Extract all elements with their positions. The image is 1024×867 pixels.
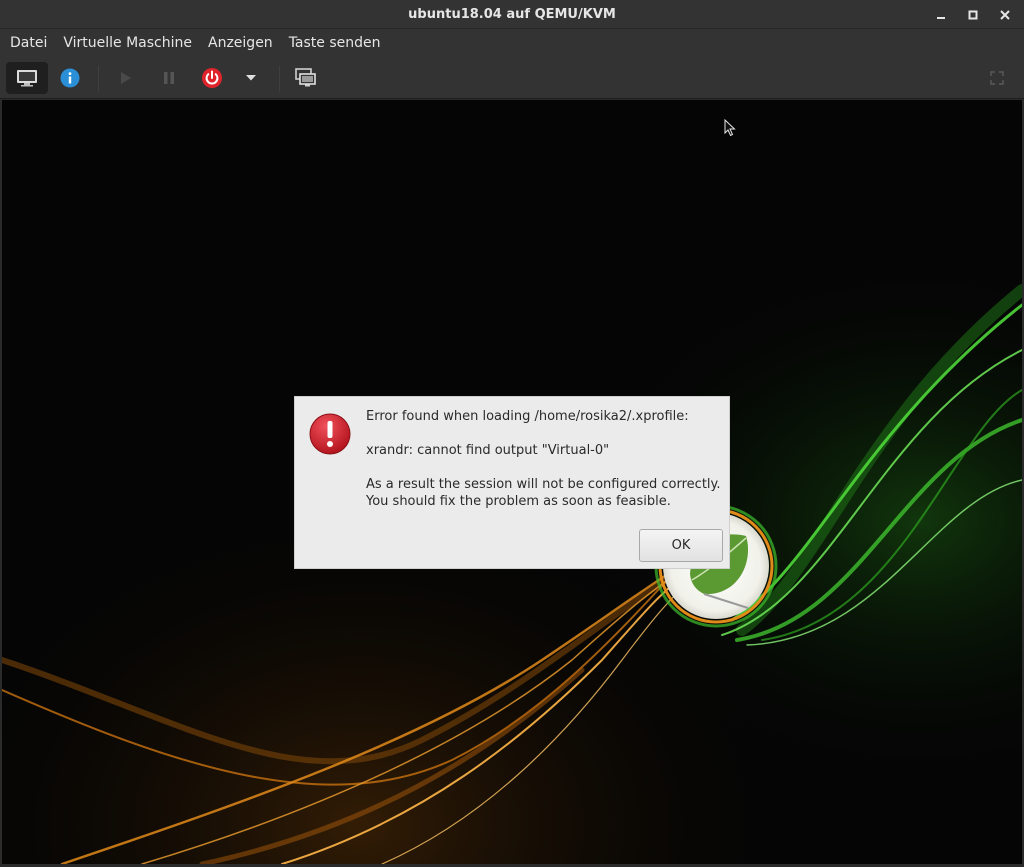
minimize-icon bbox=[937, 16, 945, 19]
play-icon bbox=[121, 72, 131, 84]
close-button[interactable] bbox=[994, 4, 1016, 26]
maximize-button[interactable] bbox=[962, 4, 984, 26]
fullscreen-button[interactable] bbox=[984, 62, 1010, 94]
dialog-line-2: xrandr: cannot find output "Virtual-0" bbox=[366, 443, 610, 458]
vm-display[interactable]: Error found when loading /home/rosika2/.… bbox=[2, 100, 1022, 864]
info-icon bbox=[60, 68, 80, 88]
snapshots-button[interactable] bbox=[291, 62, 321, 94]
error-icon bbox=[309, 413, 351, 455]
ok-button[interactable]: OK bbox=[639, 529, 723, 562]
menu-datei[interactable]: Datei bbox=[2, 29, 55, 58]
fullscreen-icon bbox=[990, 71, 1004, 85]
screens-icon bbox=[295, 68, 316, 87]
toolbar-separator bbox=[98, 66, 99, 92]
details-view-button[interactable] bbox=[54, 62, 86, 94]
chevron-down-icon bbox=[246, 75, 256, 81]
run-button[interactable] bbox=[112, 62, 140, 94]
menu-virtuelle-maschine[interactable]: Virtuelle Maschine bbox=[55, 29, 200, 58]
close-icon bbox=[1000, 9, 1010, 20]
power-icon bbox=[202, 68, 222, 88]
toolbar bbox=[0, 58, 1024, 99]
shutdown-menu-button[interactable] bbox=[238, 62, 264, 94]
console-view-button[interactable] bbox=[6, 62, 48, 94]
dialog-line-1: Error found when loading /home/rosika2/.… bbox=[366, 409, 689, 424]
dialog-line-3: As a result the session will not be conf… bbox=[366, 477, 721, 492]
dialog-message: Error found when loading /home/rosika2/.… bbox=[366, 408, 726, 510]
minimize-button[interactable] bbox=[930, 4, 952, 26]
monitor-icon bbox=[17, 70, 37, 87]
toolbar-separator bbox=[279, 66, 280, 92]
window-titlebar: ubuntu18.04 auf QEMU/KVM bbox=[0, 0, 1024, 29]
pause-icon bbox=[164, 72, 174, 84]
window-title: ubuntu18.04 auf QEMU/KVM bbox=[408, 6, 616, 22]
error-dialog: Error found when loading /home/rosika2/.… bbox=[294, 396, 730, 569]
shutdown-button[interactable] bbox=[198, 62, 226, 94]
menubar: Datei Virtuelle Maschine Anzeigen Taste … bbox=[0, 29, 1024, 58]
maximize-icon bbox=[968, 10, 978, 19]
pause-button[interactable] bbox=[155, 62, 183, 94]
mouse-pointer-icon bbox=[724, 119, 736, 137]
menu-taste-senden[interactable]: Taste senden bbox=[281, 29, 389, 58]
window-controls bbox=[930, 0, 1016, 29]
menu-anzeigen[interactable]: Anzeigen bbox=[200, 29, 281, 58]
dialog-line-4: You should fix the problem as soon as fe… bbox=[366, 494, 671, 509]
